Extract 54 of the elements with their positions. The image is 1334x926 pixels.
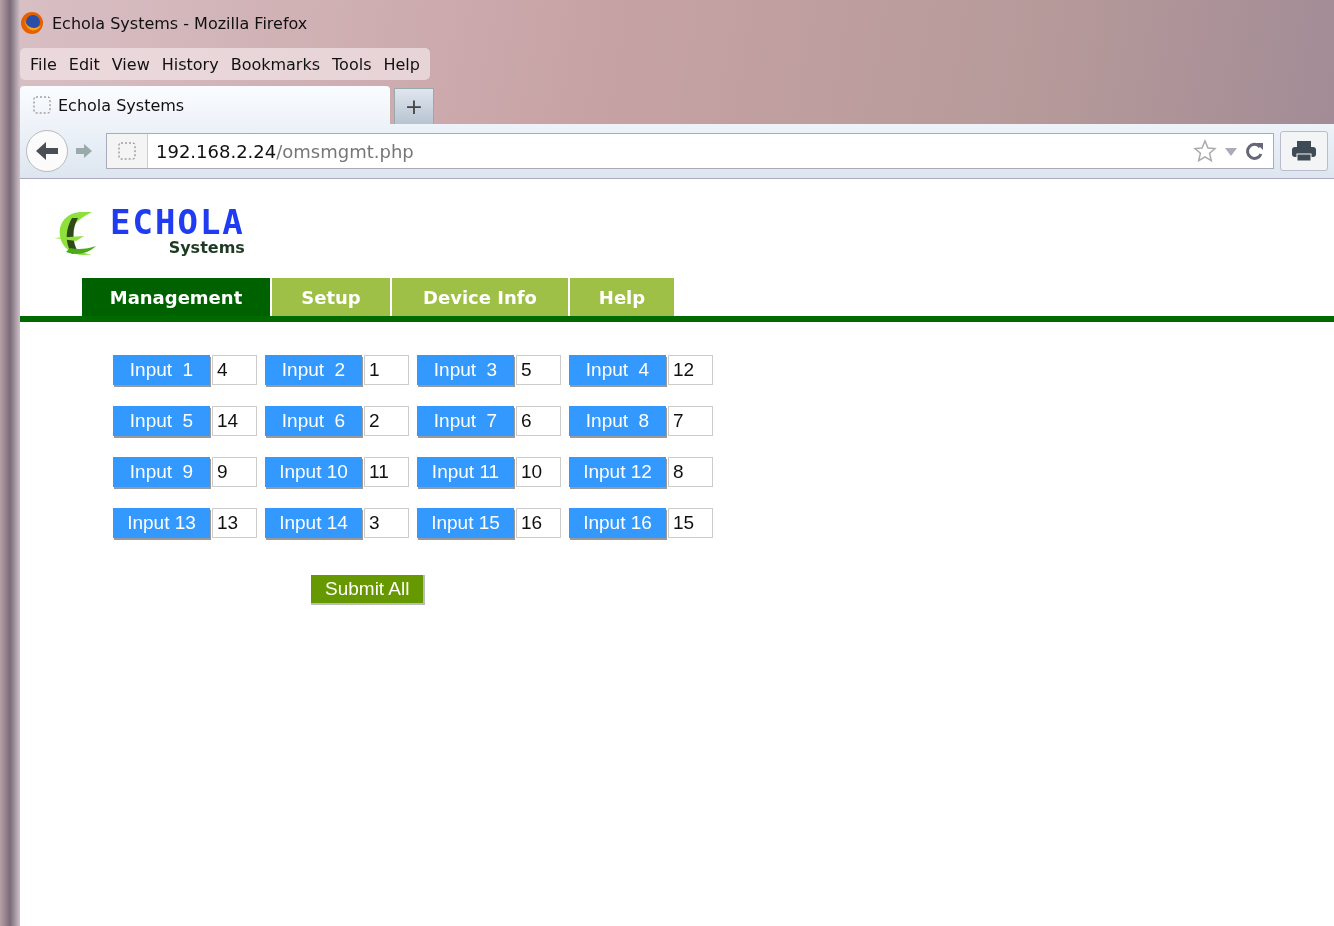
nav-tab[interactable]: Management: [82, 278, 270, 316]
input-label: Input 2: [265, 355, 362, 385]
input-label: Input 3: [417, 355, 514, 385]
input-field[interactable]: 9: [212, 457, 257, 487]
menu-item[interactable]: Bookmarks: [226, 54, 325, 74]
input-label: Input 5: [113, 406, 210, 436]
back-button[interactable]: [26, 130, 68, 172]
new-tab-button[interactable]: +: [394, 88, 434, 124]
back-arrow-icon: [34, 140, 60, 162]
input-label: Input 16: [569, 508, 666, 538]
firefox-icon: [20, 11, 44, 35]
input-field[interactable]: 4: [212, 355, 257, 385]
input-label: Input 11: [417, 457, 514, 487]
input-label: Input 9: [113, 457, 210, 487]
printer-icon: [1291, 139, 1317, 163]
menu-item[interactable]: Help: [379, 54, 424, 74]
menu-item[interactable]: Edit: [64, 54, 104, 74]
input-field[interactable]: 5: [516, 355, 561, 385]
input-field[interactable]: 10: [516, 457, 561, 487]
star-icon[interactable]: [1193, 139, 1217, 163]
input-label: Input 6: [265, 406, 362, 436]
input-field[interactable]: 7: [668, 406, 713, 436]
input-label: Input 14: [265, 508, 362, 538]
input-field[interactable]: 11: [364, 457, 409, 487]
menu-item[interactable]: Tools: [328, 54, 376, 74]
menu-item[interactable]: View: [107, 54, 154, 74]
input-label: Input 8: [569, 406, 666, 436]
address-bar[interactable]: 192.168.2.24/omsmgmt.php: [106, 133, 1274, 169]
input-label: Input 7: [417, 406, 514, 436]
input-field[interactable]: 14: [212, 406, 257, 436]
menu-item[interactable]: File: [26, 54, 61, 74]
page-icon: [32, 95, 52, 115]
print-button[interactable]: [1280, 131, 1328, 171]
input-field[interactable]: 3: [364, 508, 409, 538]
logo-subtitle: Systems: [168, 239, 245, 257]
input-label: Input 1: [113, 355, 210, 385]
input-field[interactable]: 6: [516, 406, 561, 436]
input-field[interactable]: 2: [364, 406, 409, 436]
page-icon: [117, 141, 137, 161]
input-field[interactable]: 16: [516, 508, 561, 538]
input-field[interactable]: 1: [364, 355, 409, 385]
input-label: Input 4: [569, 355, 666, 385]
input-label: Input 10: [265, 457, 362, 487]
logo-name: ECHOLA: [110, 205, 245, 240]
input-label: Input 15: [417, 508, 514, 538]
input-label: Input 12: [569, 457, 666, 487]
input-field[interactable]: 8: [668, 457, 713, 487]
input-field[interactable]: 13: [212, 508, 257, 538]
menu-item[interactable]: History: [157, 54, 223, 74]
window-title: Echola Systems - Mozilla Firefox: [52, 13, 309, 33]
input-field[interactable]: 12: [668, 355, 713, 385]
browser-tab[interactable]: Echola Systems: [20, 86, 390, 124]
input-label: Input 13: [113, 508, 210, 538]
input-field[interactable]: 15: [668, 508, 713, 538]
